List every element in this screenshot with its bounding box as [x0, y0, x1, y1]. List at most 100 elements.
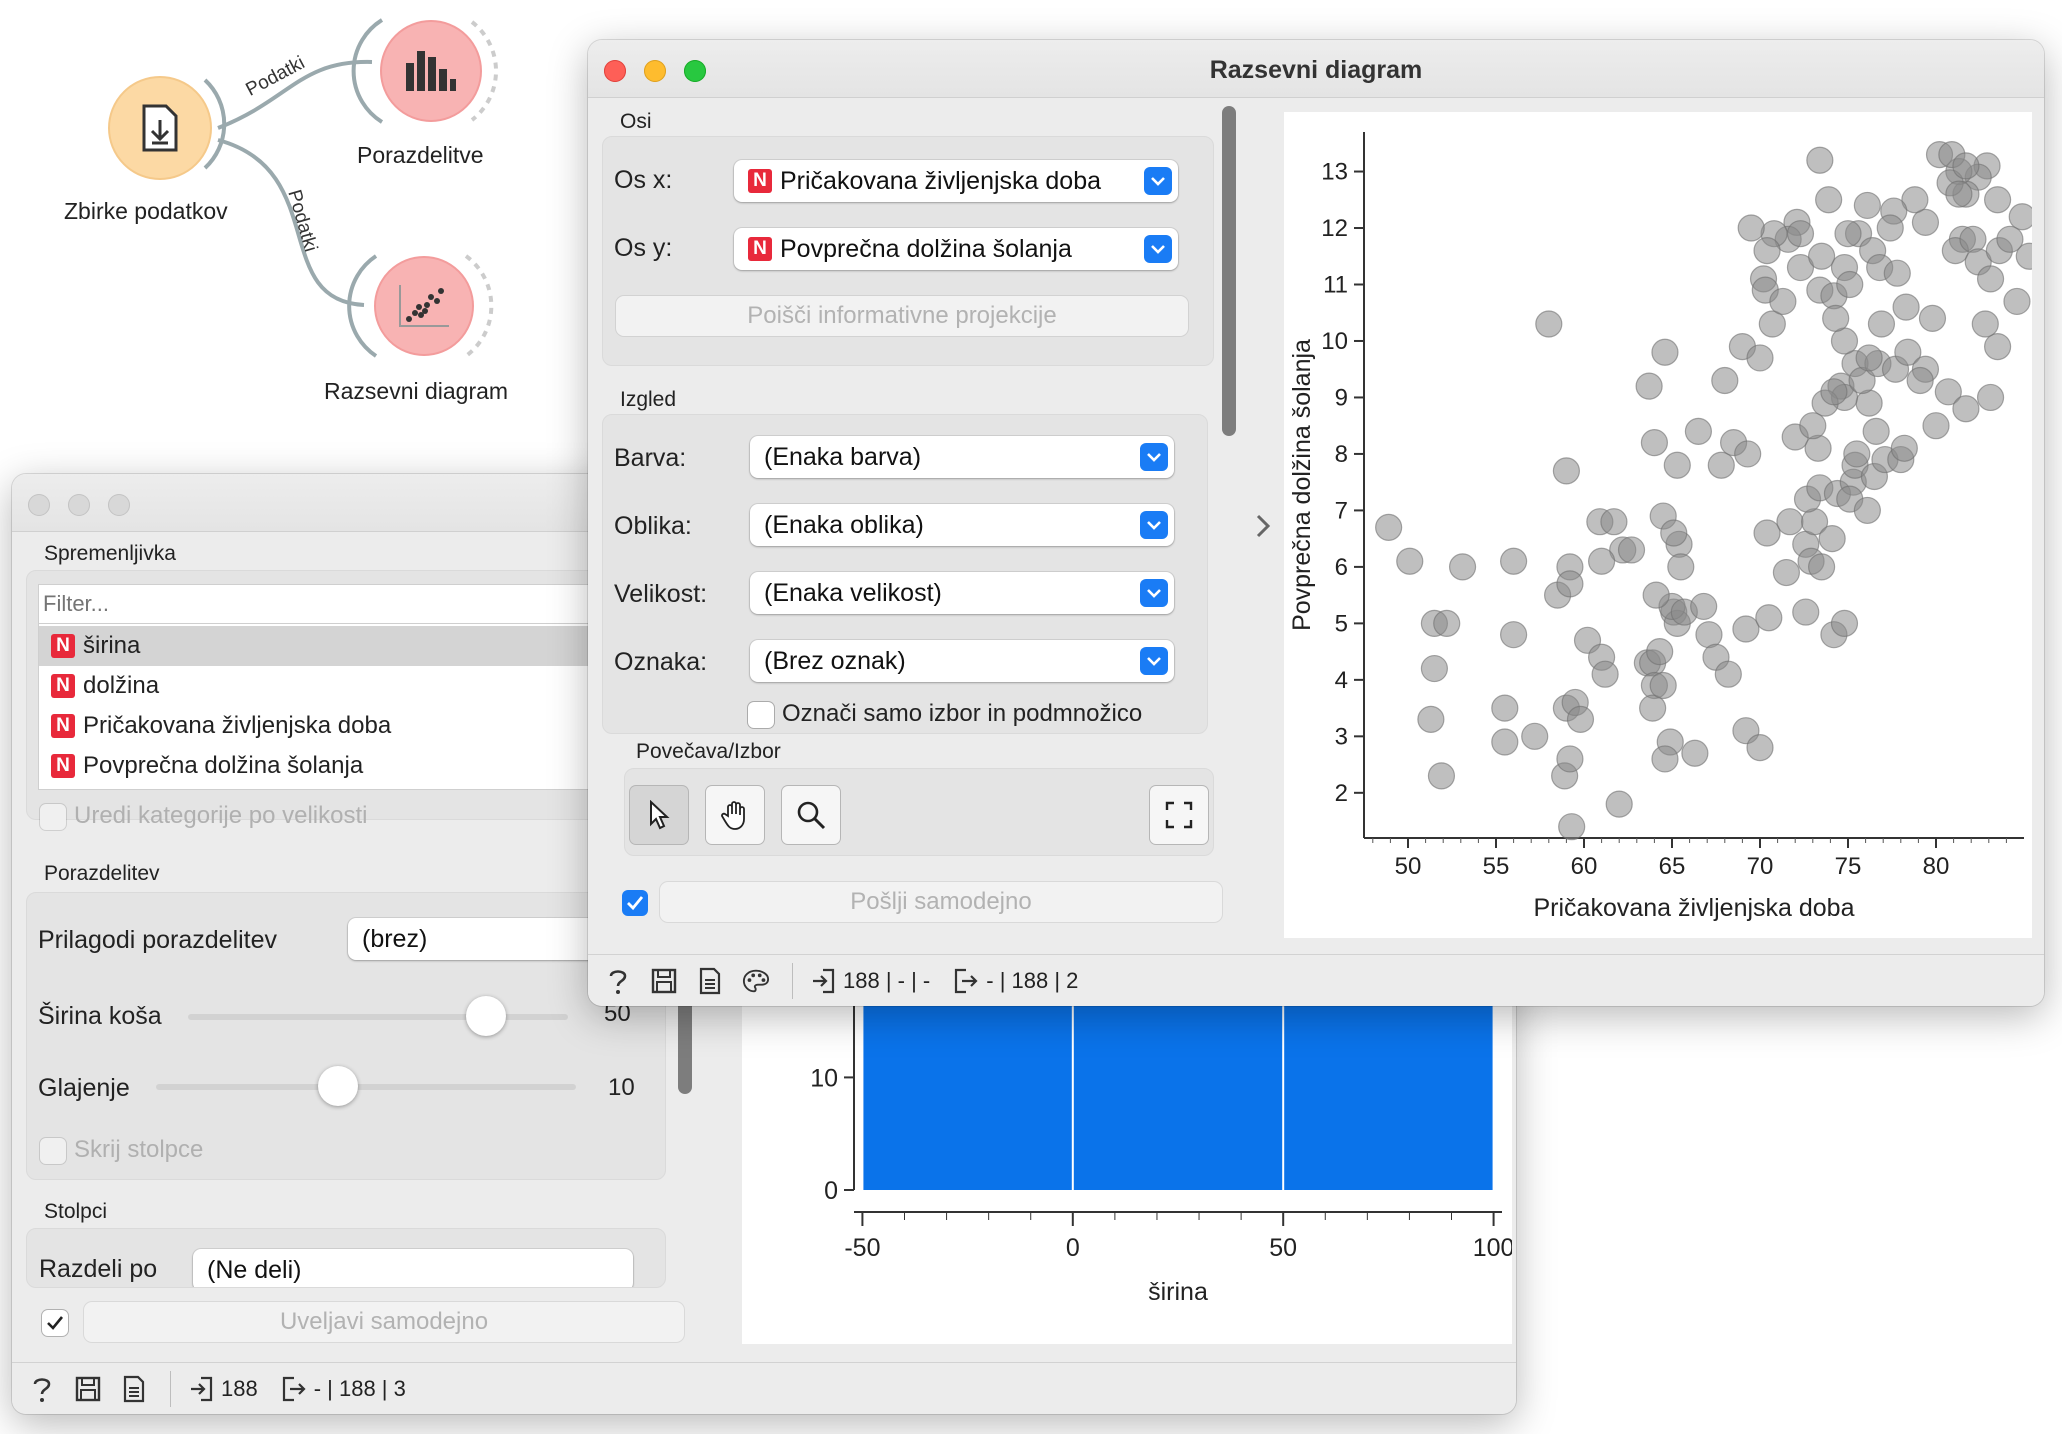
- scatter-point: [1737, 214, 1765, 242]
- send-auto-checkbox[interactable]: [622, 890, 648, 916]
- shape-combo[interactable]: (Enaka oblika): [750, 504, 1174, 546]
- appearance-section-title: Izgled: [620, 388, 677, 411]
- y-axis-combo[interactable]: N Povprečna dolžina šolanja: [734, 228, 1178, 270]
- scatter-point: [1753, 237, 1781, 265]
- smoothing-slider-knob[interactable]: [318, 1066, 358, 1106]
- output-summary-text: - | 188 | 3: [313, 1375, 406, 1401]
- hide-bars-checkbox[interactable]: [40, 1138, 66, 1164]
- scatter-point: [1815, 186, 1843, 214]
- variable-name: širina: [83, 632, 141, 659]
- scatter-node-circle[interactable]: [374, 256, 474, 356]
- y-tick-label: 10: [810, 1064, 838, 1092]
- scatter-point: [1734, 440, 1762, 468]
- color-combo[interactable]: (Enaka barva): [750, 436, 1174, 478]
- scatter-point: [1996, 225, 2024, 253]
- scatter-titlebar[interactable]: Razsevni diagram: [588, 40, 2044, 98]
- variable-name: Povprečna dolžina šolanja: [83, 752, 364, 779]
- sort-by-size-checkbox[interactable]: [40, 804, 66, 830]
- scatter-point: [1843, 440, 1871, 468]
- label-only-selection-checkbox[interactable]: [748, 702, 774, 728]
- shape-label: Oblika:: [614, 512, 692, 540]
- minimize-button[interactable]: [68, 494, 90, 516]
- close-button[interactable]: [28, 494, 50, 516]
- columns-group: Razdeli po (Ne deli): [26, 1228, 666, 1288]
- scatter-point: [1711, 366, 1739, 395]
- datasets-node-label: Zbirke podatkov: [64, 198, 228, 224]
- size-value: (Enaka velikost): [764, 578, 942, 607]
- palette-icon[interactable]: [742, 967, 770, 995]
- scatter-point: [1890, 434, 1918, 462]
- x-axis-combo[interactable]: N Pričakovana življenjska doba: [734, 160, 1178, 202]
- save-icon[interactable]: [74, 1375, 102, 1403]
- scatter-point: [1922, 412, 1950, 440]
- x-tick-label: 0: [1066, 1234, 1080, 1262]
- chevron-down-icon: [1140, 579, 1168, 607]
- collapse-controls-toggle[interactable]: [1248, 506, 1278, 546]
- zoom-button[interactable]: [108, 494, 130, 516]
- scatter-point: [1617, 536, 1646, 564]
- variable-list-item[interactable]: Ndolžina: [39, 666, 657, 706]
- scatter-point: [1427, 762, 1456, 790]
- bar-chart-icon: [406, 51, 456, 91]
- variable-list[interactable]: Nširina Ndolžina N Pričakovana življenjska …: [38, 624, 658, 790]
- reset-zoom-button[interactable]: [1150, 786, 1208, 844]
- variable-name: Pričakovana življenjska doba: [83, 712, 392, 739]
- report-icon[interactable]: [120, 1375, 148, 1403]
- scatter-plot-area[interactable]: 50 55 60 65 70 75 80 2 3 4 5 6 7 8 9 10 11 12 13 Pričakovan…: [1284, 112, 2043, 938]
- y-tick-label: 6: [1335, 554, 1348, 581]
- variable-list-item[interactable]: N Pričakovana življenjska doba: [39, 706, 657, 746]
- scatter-point: [1976, 383, 2005, 412]
- select-tool-button[interactable]: [630, 786, 688, 844]
- y-tick-label: 5: [1335, 610, 1348, 637]
- split-by-combo[interactable]: (Ne deli): [193, 1249, 633, 1287]
- input-summary-text: 188: [221, 1375, 258, 1401]
- scatter-point: [1642, 581, 1670, 609]
- distributions-node-circle[interactable]: [380, 20, 482, 122]
- y-tick-label: 9: [1335, 384, 1348, 411]
- bin-width-slider-knob[interactable]: [466, 996, 506, 1036]
- variable-list-item[interactable]: Nširina: [39, 626, 657, 666]
- scatter-point: [1746, 344, 1774, 372]
- help-icon[interactable]: [28, 1375, 56, 1403]
- label-combo[interactable]: (Brez oznak): [750, 640, 1174, 682]
- scatter-point: [1755, 604, 1783, 632]
- scatter-point: [1420, 654, 1448, 683]
- split-by-value: (Ne deli): [207, 1255, 302, 1284]
- scatter-point: [1746, 734, 1774, 762]
- variable-list-item[interactable]: N Povprečna dolžina šolanja: [39, 746, 657, 786]
- scatter-point: [1375, 513, 1403, 541]
- find-projections-button[interactable]: Poišči informativne projekcije: [616, 296, 1188, 336]
- fullscreen-icon: [1165, 801, 1193, 829]
- scatter-window[interactable]: Razsevni diagram Osi Os x: N Pričakovana…: [588, 40, 2044, 1006]
- x-axis-title: Pričakovana življenjska doba: [1533, 894, 1854, 922]
- bin-width-slider-track[interactable]: [188, 1014, 568, 1020]
- apply-auto-checkbox[interactable]: [42, 1310, 68, 1336]
- scatter-point: [1906, 366, 1934, 395]
- scatter-controls-scrollbar[interactable]: [1222, 106, 1236, 436]
- scatter-point: [1491, 694, 1519, 722]
- report-icon[interactable]: [696, 967, 724, 995]
- variable-filter-input[interactable]: [39, 585, 657, 623]
- help-icon[interactable]: [604, 967, 632, 995]
- variable-filter-box[interactable]: [38, 584, 658, 624]
- scatter-point: [1649, 671, 1677, 700]
- save-icon[interactable]: [650, 967, 678, 995]
- apply-auto-button[interactable]: Uveljavi samodejno: [84, 1302, 684, 1342]
- scatter-point: [1651, 745, 1679, 773]
- scatter-point: [1521, 722, 1549, 750]
- x-tick-label: -50: [844, 1234, 880, 1262]
- scatter-point: [1417, 705, 1445, 733]
- scatter-point: [1971, 310, 1999, 338]
- send-auto-button[interactable]: Pošlji samodejno: [660, 882, 1222, 922]
- x-tick-label: 50: [1269, 1234, 1297, 1262]
- datasets-node-circle[interactable]: [108, 76, 212, 180]
- x-tick-label: 60: [1571, 853, 1598, 880]
- numeric-badge: N: [51, 754, 75, 778]
- smoothing-slider-track[interactable]: [156, 1084, 576, 1090]
- scatter-point: [1799, 412, 1827, 440]
- x-tick-label: 50: [1395, 853, 1422, 880]
- size-combo[interactable]: (Enaka velikost): [750, 572, 1174, 614]
- zoom-tool-button[interactable]: [782, 786, 840, 844]
- pan-tool-button[interactable]: [706, 786, 764, 844]
- scatter-point: [1588, 547, 1616, 575]
